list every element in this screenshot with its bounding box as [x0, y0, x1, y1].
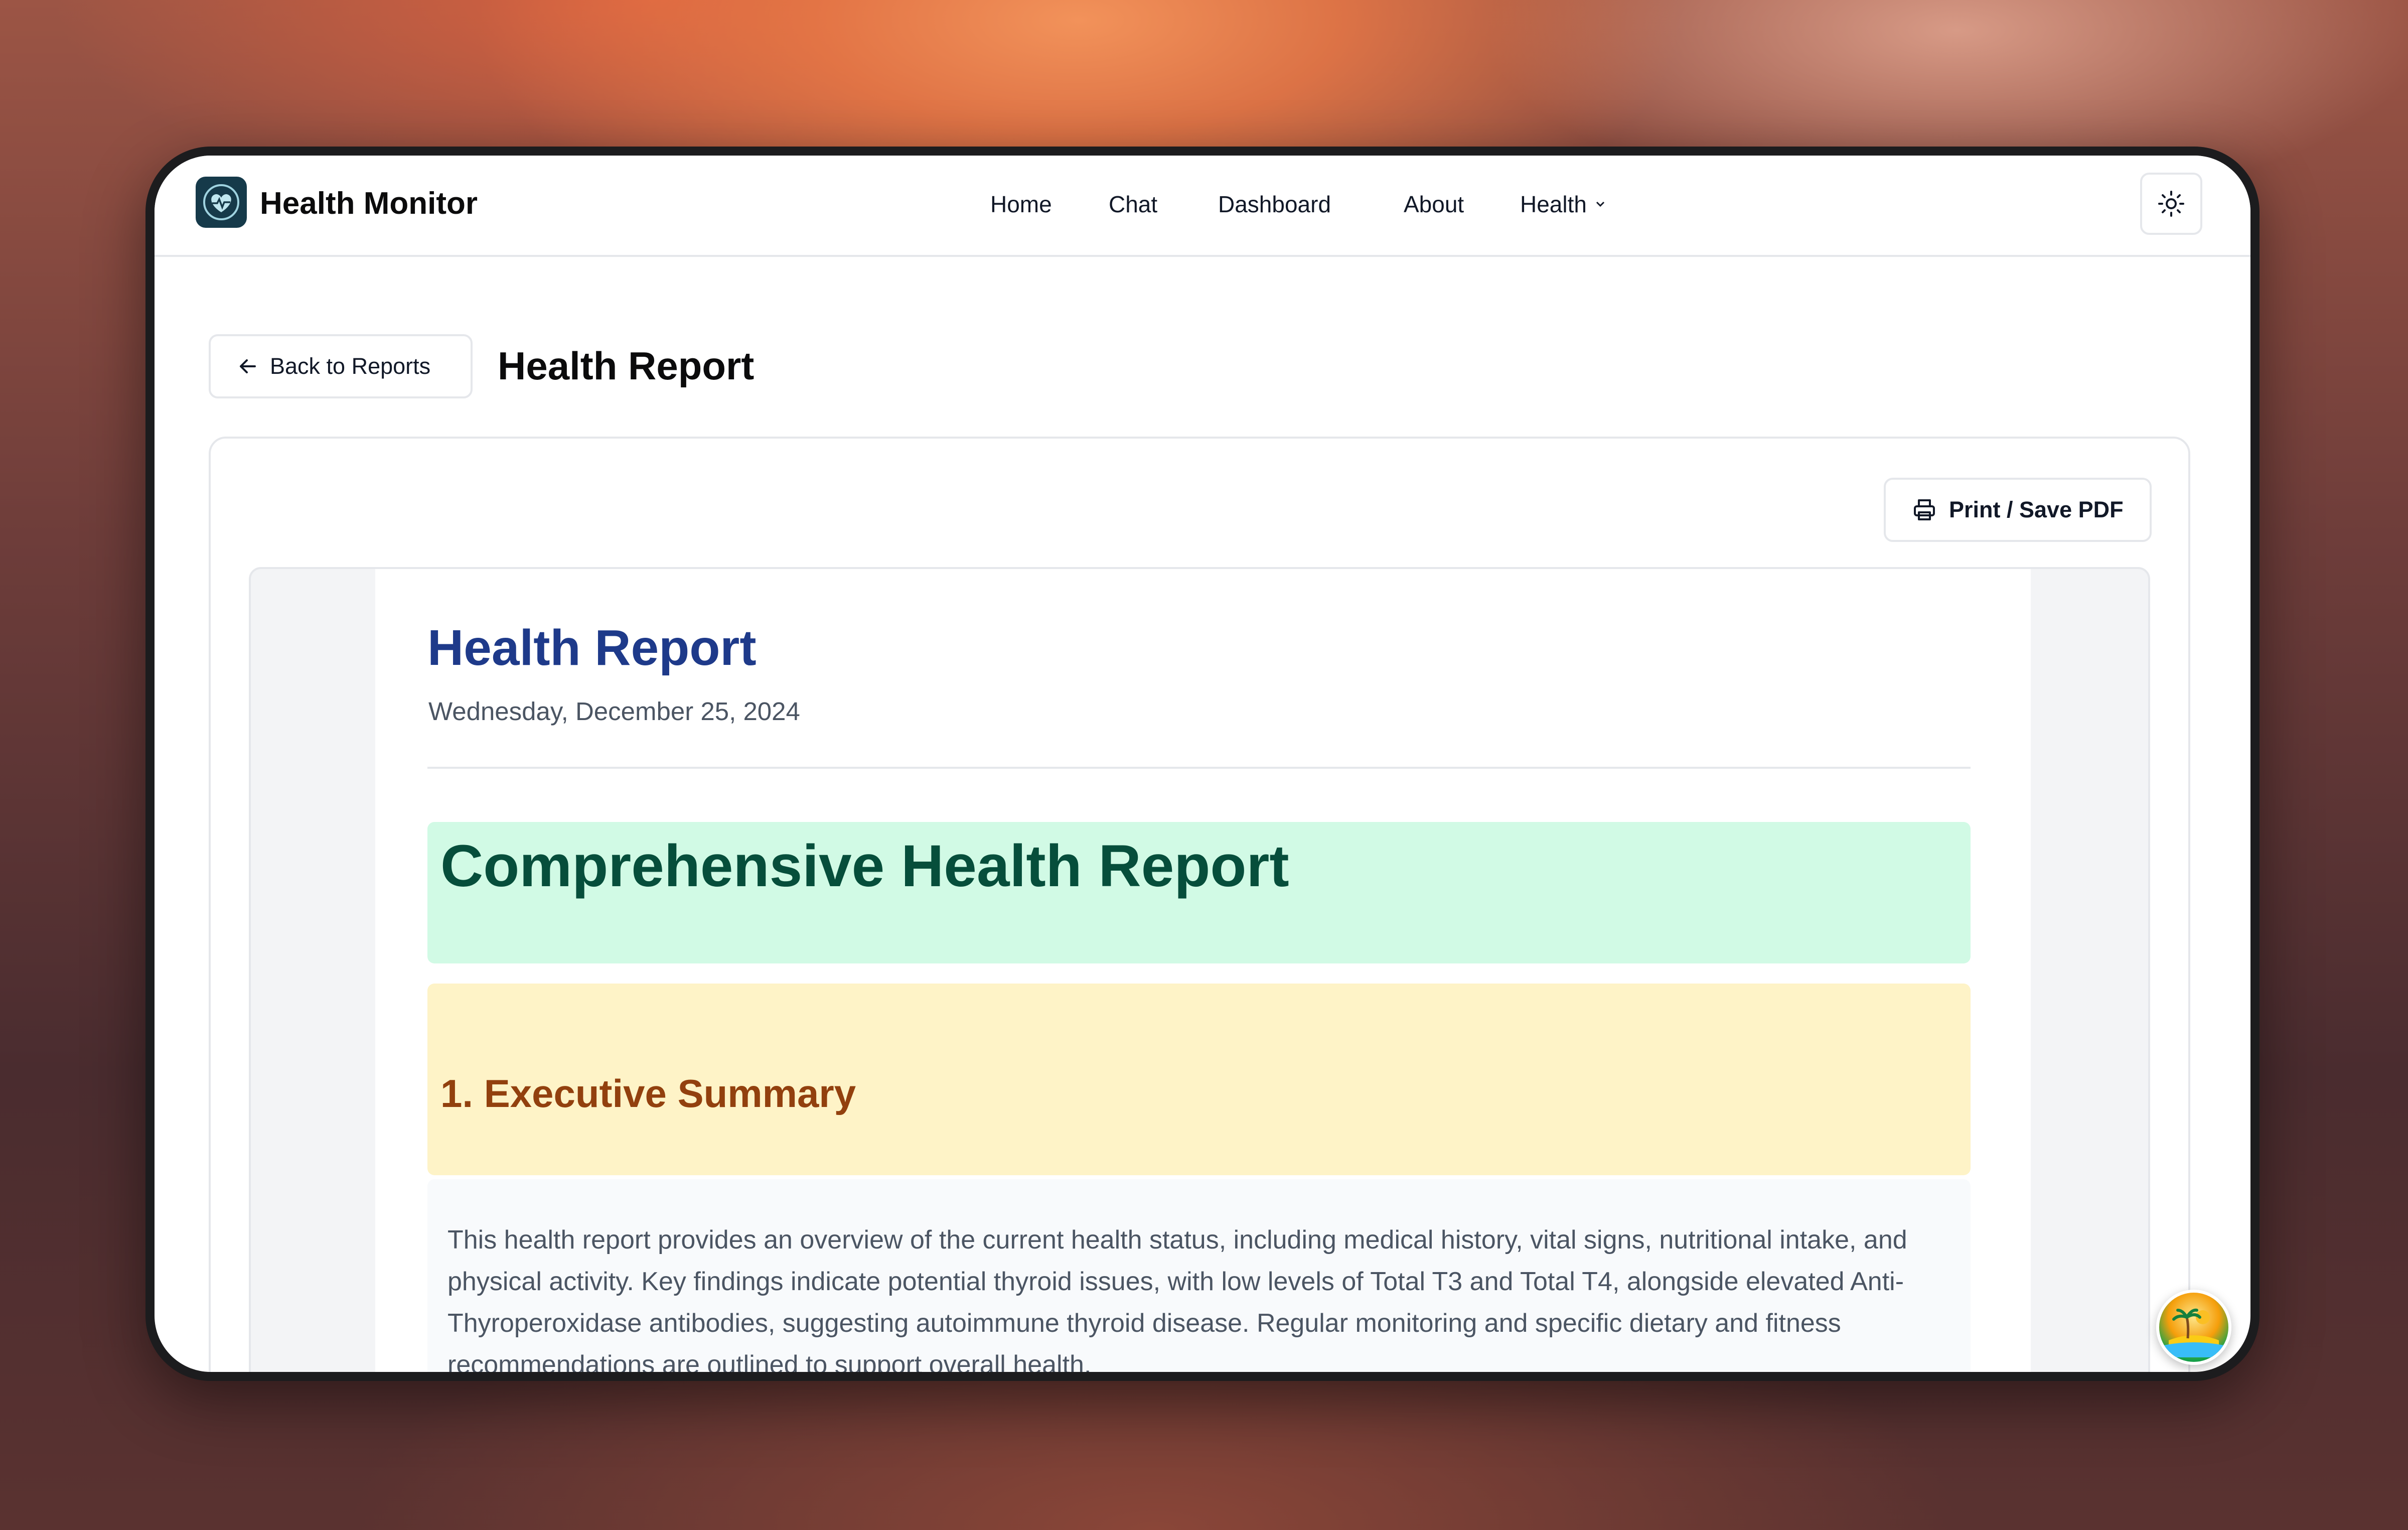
executive-summary-block: This health report provides an overview … — [427, 1179, 1971, 1372]
nav-home[interactable]: Home — [990, 191, 1052, 218]
print-button-label: Print / Save PDF — [1949, 497, 2124, 522]
print-save-pdf-button[interactable]: Print / Save PDF — [1884, 478, 2152, 542]
heart-shield-logo-icon[interactable] — [196, 177, 247, 228]
section-heading-banner: 1. Executive Summary — [427, 984, 1971, 1175]
report-main-heading-banner: Comprehensive Health Report — [427, 822, 1971, 963]
top-navbar: Health Monitor Home Chat Dashboard About… — [155, 156, 2250, 257]
executive-summary-text: This health report provides an overview … — [447, 1225, 1907, 1372]
report-date: Wednesday, December 25, 2024 — [428, 697, 800, 726]
app-window: Health Monitor Home Chat Dashboard About… — [155, 156, 2250, 1372]
nav-health-label: Health — [1520, 191, 1587, 217]
nav-dashboard[interactable]: Dashboard — [1218, 191, 1331, 218]
app-name[interactable]: Health Monitor — [260, 186, 478, 221]
page-title: Health Report — [498, 344, 755, 388]
assistant-avatar-button[interactable] — [2156, 1290, 2231, 1365]
section-heading-executive-summary: 1. Executive Summary — [440, 1071, 856, 1116]
chevron-down-icon — [1596, 201, 1605, 207]
theme-toggle-button[interactable] — [2140, 173, 2202, 235]
nav-about[interactable]: About — [1404, 191, 1464, 218]
report-divider — [427, 767, 1971, 769]
printer-icon — [1914, 499, 1935, 520]
report-main-heading: Comprehensive Health Report — [440, 833, 1289, 899]
island-avatar-icon — [2164, 1308, 2224, 1357]
arrow-left-icon — [240, 359, 256, 373]
back-to-reports-button[interactable]: Back to Reports — [209, 334, 473, 398]
device-frame: Health Monitor Home Chat Dashboard About… — [145, 147, 2260, 1381]
back-button-label: Back to Reports — [270, 353, 431, 379]
nav-health-dropdown[interactable]: Health — [1520, 191, 1607, 218]
nav-chat[interactable]: Chat — [1109, 191, 1157, 218]
sun-icon — [2158, 191, 2184, 217]
report-title: Health Report — [427, 620, 757, 676]
